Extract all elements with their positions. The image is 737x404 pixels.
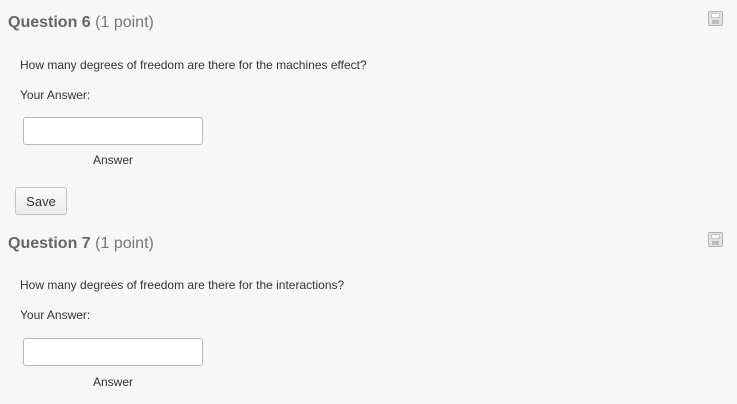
floppy-disk-icon[interactable] (708, 232, 723, 247)
save-button[interactable]: Save (15, 187, 67, 215)
answer-input[interactable] (23, 338, 203, 366)
floppy-disk-icon[interactable] (708, 11, 723, 26)
question-points: (1 point) (95, 14, 154, 31)
your-answer-label: Your Answer: (20, 308, 91, 322)
question-header: Question 7 (1 point) (8, 234, 154, 254)
question-number: Question 6 (8, 14, 91, 31)
answer-caption: Answer (92, 375, 133, 389)
question-points: (1 point) (95, 235, 154, 252)
answer-caption: Answer (92, 153, 133, 167)
question-prompt: How many degrees of freedom are there fo… (20, 278, 345, 292)
question-number: Question 7 (8, 235, 91, 252)
question-header: Question 6 (1 point) (8, 13, 154, 33)
your-answer-label: Your Answer: (20, 88, 91, 102)
answer-input[interactable] (23, 117, 203, 145)
question-prompt: How many degrees of freedom are there fo… (20, 58, 367, 72)
